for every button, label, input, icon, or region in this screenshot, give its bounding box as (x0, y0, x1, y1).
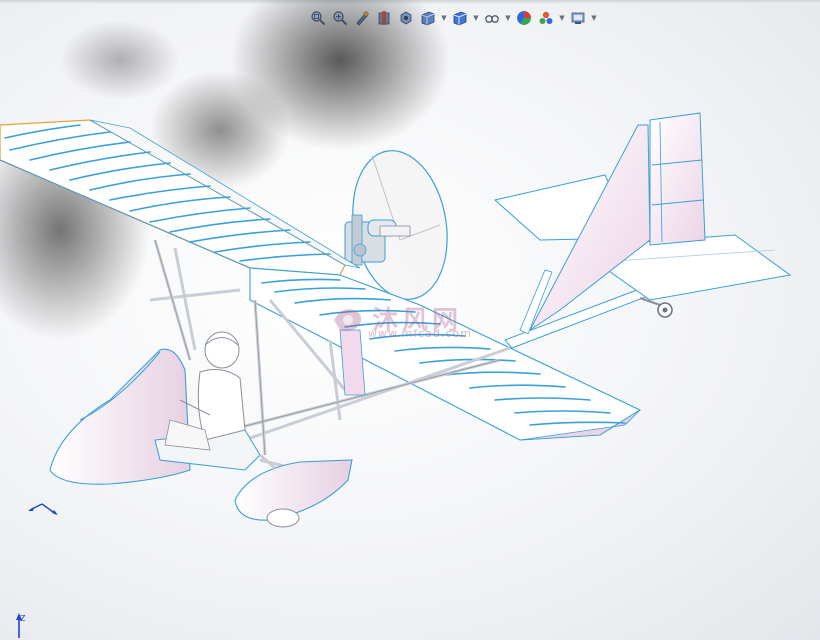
z-axis-label: Z (20, 614, 26, 623)
aircraft-model[interactable] (0, 0, 820, 640)
tail-wheel (639, 297, 673, 318)
reference-triad-icon (28, 503, 58, 515)
cabin-pod (49, 348, 191, 485)
main-landing-gear (234, 453, 353, 528)
